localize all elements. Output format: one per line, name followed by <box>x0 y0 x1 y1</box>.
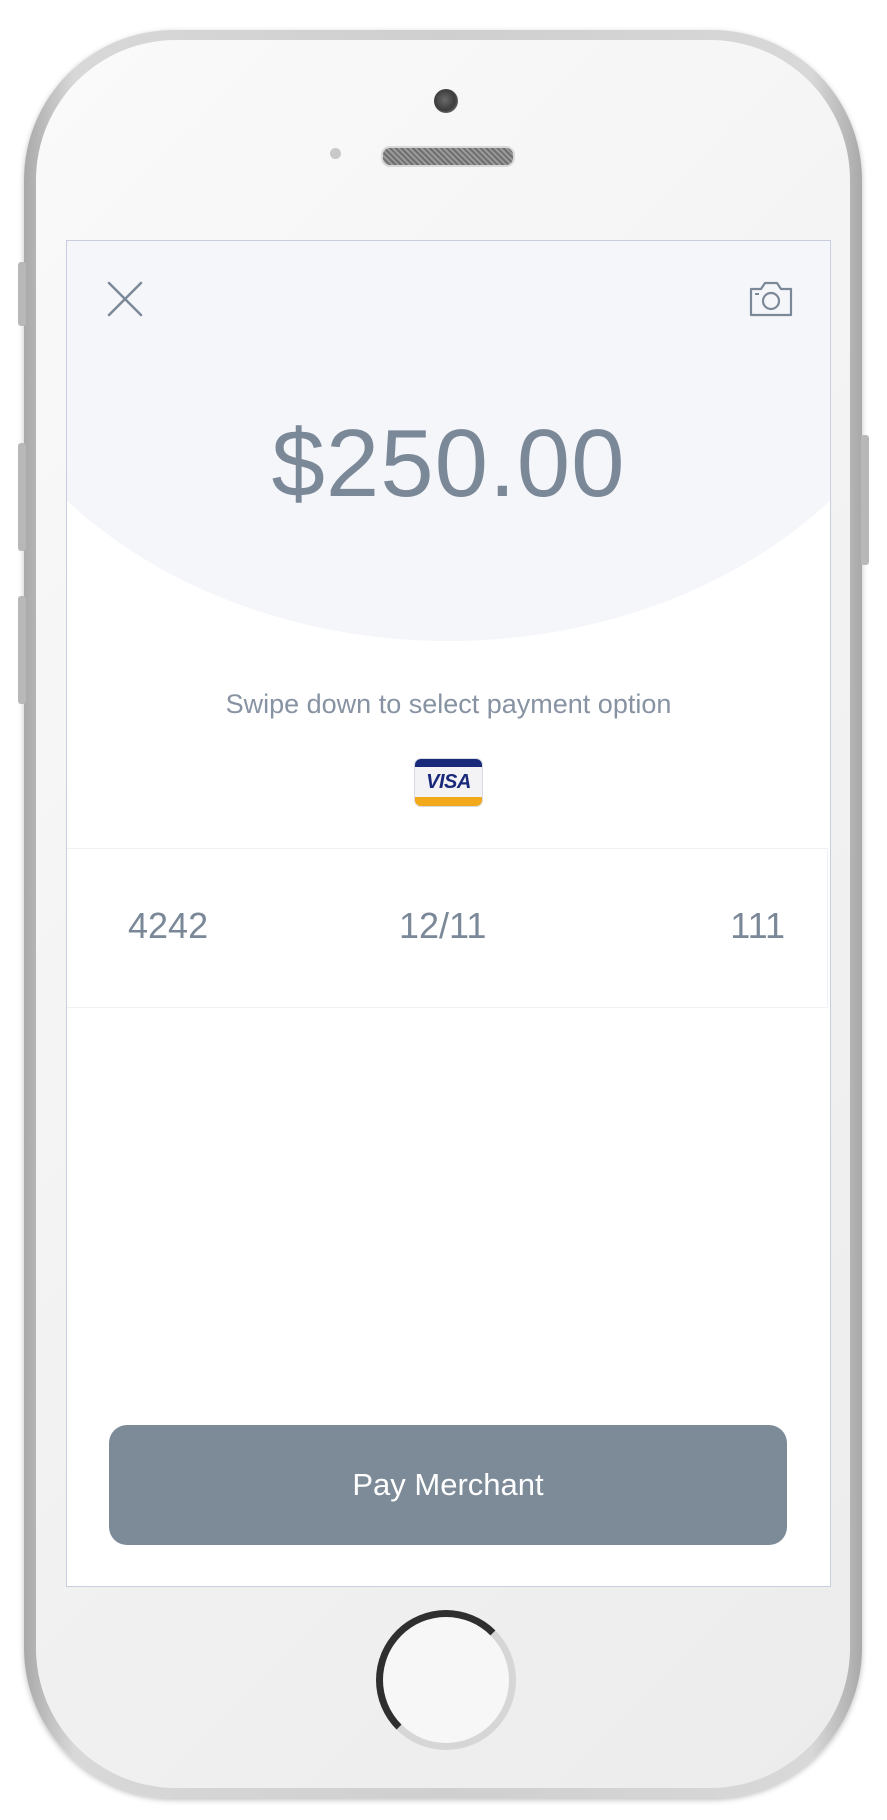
card-expiry-field[interactable] <box>399 905 509 947</box>
home-button[interactable] <box>376 1610 516 1750</box>
card-brand-label: VISA <box>426 771 471 793</box>
camera-scan-button[interactable] <box>747 279 795 319</box>
earpiece-speaker <box>381 146 515 167</box>
visa-card-icon[interactable]: VISA <box>415 759 482 806</box>
visa-stripe-bottom <box>415 797 482 806</box>
camera-icon <box>749 281 793 317</box>
payment-amount: $250.00 <box>271 410 626 517</box>
card-number-field[interactable] <box>128 905 268 947</box>
front-camera <box>434 89 458 113</box>
visa-stripe-top <box>415 759 482 767</box>
swipe-hint: Swipe down to select payment option <box>225 689 672 719</box>
pay-merchant-button[interactable]: Pay Merchant <box>109 1425 787 1545</box>
volume-down-button <box>18 596 26 704</box>
close-button[interactable] <box>105 279 145 319</box>
power-button <box>861 435 869 565</box>
close-icon <box>107 281 143 317</box>
volume-up-button <box>18 443 26 551</box>
mute-switch <box>18 262 26 326</box>
payment-screen: $250.00 Swipe down to select payment opt… <box>66 240 831 1587</box>
card-cvc-field[interactable] <box>715 905 785 947</box>
proximity-sensor <box>330 148 341 159</box>
card-details-row <box>67 848 828 1008</box>
